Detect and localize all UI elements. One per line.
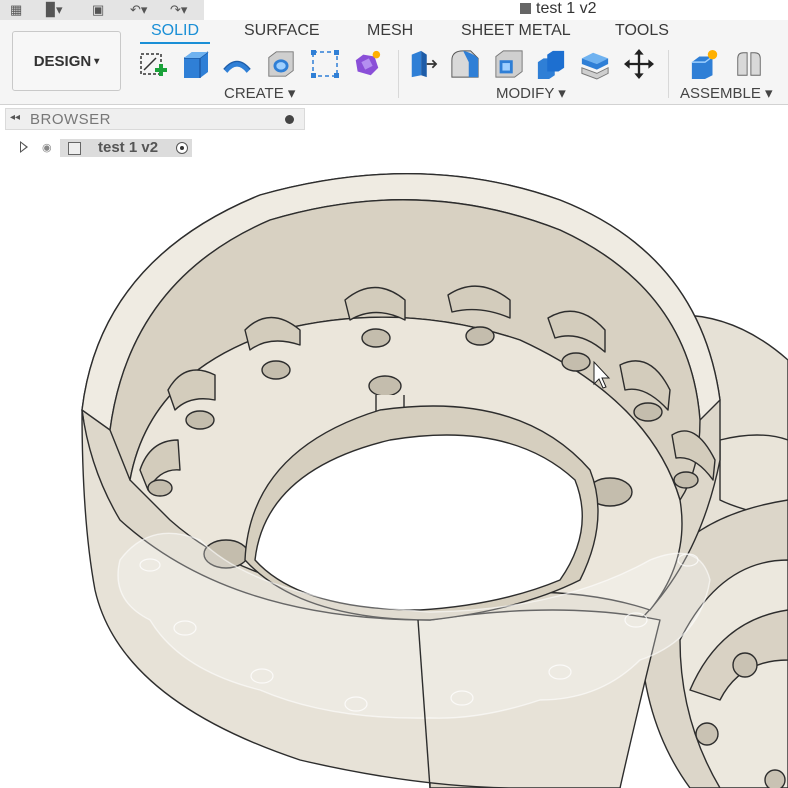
toolbar-ribbon: DESIGN ▾ SOLID SURFACE MESH SHEET METAL …: [0, 20, 788, 105]
undo-icon[interactable]: ↶▾: [130, 2, 147, 18]
revolve-icon[interactable]: [222, 48, 252, 80]
browser-item-label: test 1 v2: [98, 139, 159, 156]
active-tab-indicator: [140, 42, 210, 44]
new-component-icon[interactable]: [690, 48, 720, 80]
combine-icon[interactable]: [536, 48, 566, 80]
expand-triangle-icon[interactable]: [20, 141, 28, 153]
eye-icon[interactable]: ◉: [42, 141, 52, 154]
browser-panel-header[interactable]: ◂◂ BROWSER: [5, 108, 305, 130]
ribbon-separator: [668, 50, 669, 98]
activate-radio-icon[interactable]: [176, 142, 188, 154]
document-cube-icon: [520, 3, 531, 14]
save-icon[interactable]: ▣: [92, 2, 104, 18]
browser-root-item[interactable]: ◉ test 1 v2: [20, 139, 198, 158]
fillet-icon[interactable]: [450, 48, 480, 80]
document-title: test 1 v2: [520, 0, 596, 18]
move-icon[interactable]: [624, 48, 654, 80]
create-sketch-icon[interactable]: [138, 48, 168, 80]
tab-surface[interactable]: SURFACE: [244, 22, 320, 40]
offset-face-icon[interactable]: [580, 48, 610, 80]
modify-group-label[interactable]: MODIFY ▾: [496, 84, 566, 102]
component-icon: [68, 142, 81, 155]
pattern-icon[interactable]: [310, 48, 340, 80]
chevron-down-icon: ▾: [94, 55, 100, 67]
press-pull-icon[interactable]: [408, 48, 438, 80]
collapse-arrows-icon[interactable]: ◂◂: [10, 112, 20, 123]
hole-icon[interactable]: [266, 48, 296, 80]
model-part: [81, 173, 788, 788]
workspace-switcher-button[interactable]: DESIGN ▾: [12, 31, 121, 91]
joint-icon[interactable]: [734, 48, 764, 80]
assemble-group-label[interactable]: ASSEMBLE ▾: [680, 84, 773, 102]
extrude-icon[interactable]: [180, 48, 210, 80]
tab-solid[interactable]: SOLID: [151, 22, 199, 40]
shell-icon[interactable]: [494, 48, 524, 80]
create-group-label[interactable]: CREATE ▾: [224, 84, 295, 102]
ribbon-separator: [398, 50, 399, 98]
canvas-viewport[interactable]: [0, 160, 788, 788]
tab-sheet-metal[interactable]: SHEET METAL: [461, 22, 571, 40]
browser-title: BROWSER: [30, 111, 112, 128]
title-bar: ▦ ▉▾ ▣ ↶▾ ↷▾ test 1 v2: [0, 0, 788, 20]
redo-icon[interactable]: ↷▾: [170, 2, 187, 18]
quick-access-toolbar: ▦ ▉▾ ▣ ↶▾ ↷▾: [0, 0, 204, 20]
tab-tools[interactable]: TOOLS: [615, 22, 669, 40]
pin-icon[interactable]: [285, 115, 294, 124]
file-icon[interactable]: ▉▾: [46, 2, 63, 18]
tab-mesh[interactable]: MESH: [367, 22, 413, 40]
grid-icon[interactable]: ▦: [10, 2, 22, 18]
form-icon[interactable]: [352, 48, 382, 80]
